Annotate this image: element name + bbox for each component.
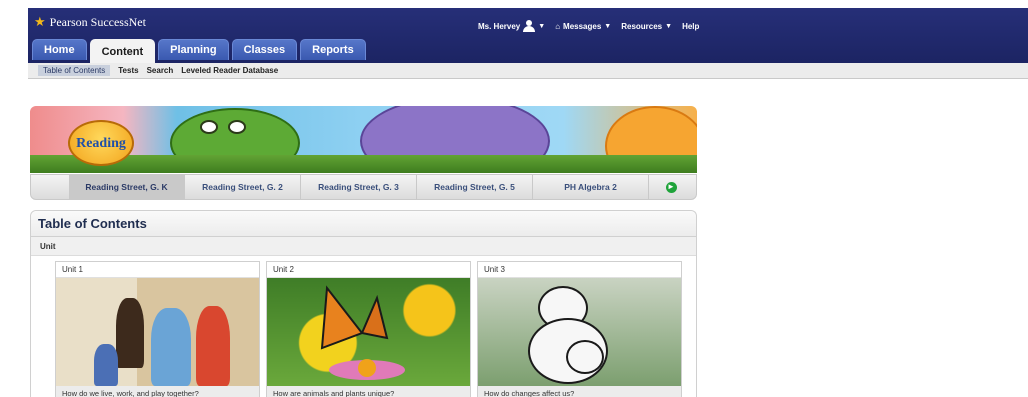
family-photo (56, 278, 259, 386)
unit-label: Unit 1 (56, 262, 259, 278)
panda-photo (478, 278, 681, 386)
unit-card-1[interactable]: Unit 1 How do we live, work, and play to… (55, 261, 260, 397)
unit-label: Unit 2 (267, 262, 470, 278)
subnav-search[interactable]: Search (147, 66, 174, 75)
tab-home[interactable]: Home (32, 39, 87, 60)
messages-menu[interactable]: ⌂ Messages ▼ (555, 22, 611, 31)
resources-label: Resources (621, 21, 663, 31)
star-icon: ★ (34, 14, 46, 29)
unit-label: Unit 3 (478, 262, 681, 278)
table-of-contents-panel: Table of Contents Unit Unit 1 How do we … (30, 210, 697, 397)
brand-logo[interactable]: ★ Pearson SuccessNet (34, 14, 146, 30)
chevron-down-icon: ▼ (665, 22, 673, 30)
grass-decoration (30, 155, 697, 173)
next-books-button[interactable]: ► (649, 175, 693, 199)
logo-text: Reading (76, 136, 126, 151)
arrow-right-icon: ► (665, 181, 677, 193)
book-tab-reading-street-g3[interactable]: Reading Street, G. 3 (301, 175, 417, 199)
unit-question: How do changes affect us? (478, 386, 681, 397)
chevron-down-icon: ▼ (604, 22, 612, 30)
subnav-tests[interactable]: Tests (118, 66, 138, 75)
sub-nav: Table of Contents Tests Search Leveled R… (28, 63, 1028, 79)
help-link[interactable]: Help (682, 22, 699, 31)
user-name: Ms. Hervey (478, 21, 521, 31)
top-nav: Ms. Hervey ▼ ⌂ Messages ▼ Resources ▼ He… (478, 20, 699, 32)
book-tab-reading-street-g2[interactable]: Reading Street, G. 2 (185, 175, 301, 199)
subnav-table-of-contents[interactable]: Table of Contents (38, 65, 111, 76)
brand-name: Pearson SuccessNet (49, 14, 146, 29)
user-menu[interactable]: Ms. Hervey ▼ (478, 20, 545, 32)
unit-question: How are animals and plants unique? (267, 386, 470, 397)
reading-street-logo: Reading (68, 120, 134, 166)
tab-content[interactable]: Content (89, 39, 156, 63)
tab-reports[interactable]: Reports (300, 39, 366, 60)
unit-card-3[interactable]: Unit 3 How do changes affect us? (477, 261, 682, 397)
book-tab-reading-street-gk[interactable]: Reading Street, G. K (69, 175, 185, 199)
mail-icon: ⌂ (555, 21, 561, 31)
user-icon (523, 20, 536, 32)
unit-question: How do we live, work, and play together? (56, 386, 259, 397)
top-header: ★ Pearson SuccessNet Ms. Hervey ▼ ⌂ Mess… (28, 8, 1028, 63)
chevron-down-icon: ▼ (538, 22, 546, 30)
book-tab-reading-street-g5[interactable]: Reading Street, G. 5 (417, 175, 533, 199)
resources-menu[interactable]: Resources ▼ (621, 22, 672, 31)
butterfly-icon (320, 285, 405, 380)
toc-subheader: Unit (31, 237, 696, 256)
butterfly-photo (267, 278, 470, 386)
program-banner: Reading (30, 106, 697, 173)
toc-title: Table of Contents (31, 211, 696, 237)
tab-classes[interactable]: Classes (231, 39, 298, 60)
subnav-leveled-reader-database[interactable]: Leveled Reader Database (181, 66, 278, 75)
tab-planning[interactable]: Planning (158, 39, 229, 60)
main-tabs: Home Content Planning Classes Reports (32, 39, 366, 63)
book-tab-ph-algebra-2[interactable]: PH Algebra 2 (533, 175, 649, 199)
help-label: Help (682, 21, 700, 31)
book-selector: Reading Street, G. K Reading Street, G. … (30, 174, 697, 200)
unit-card-2[interactable]: Unit 2 How are animals and plants unique… (266, 261, 471, 397)
messages-label: Messages (563, 21, 602, 31)
unit-cards: Unit 1 How do we live, work, and play to… (55, 261, 682, 397)
